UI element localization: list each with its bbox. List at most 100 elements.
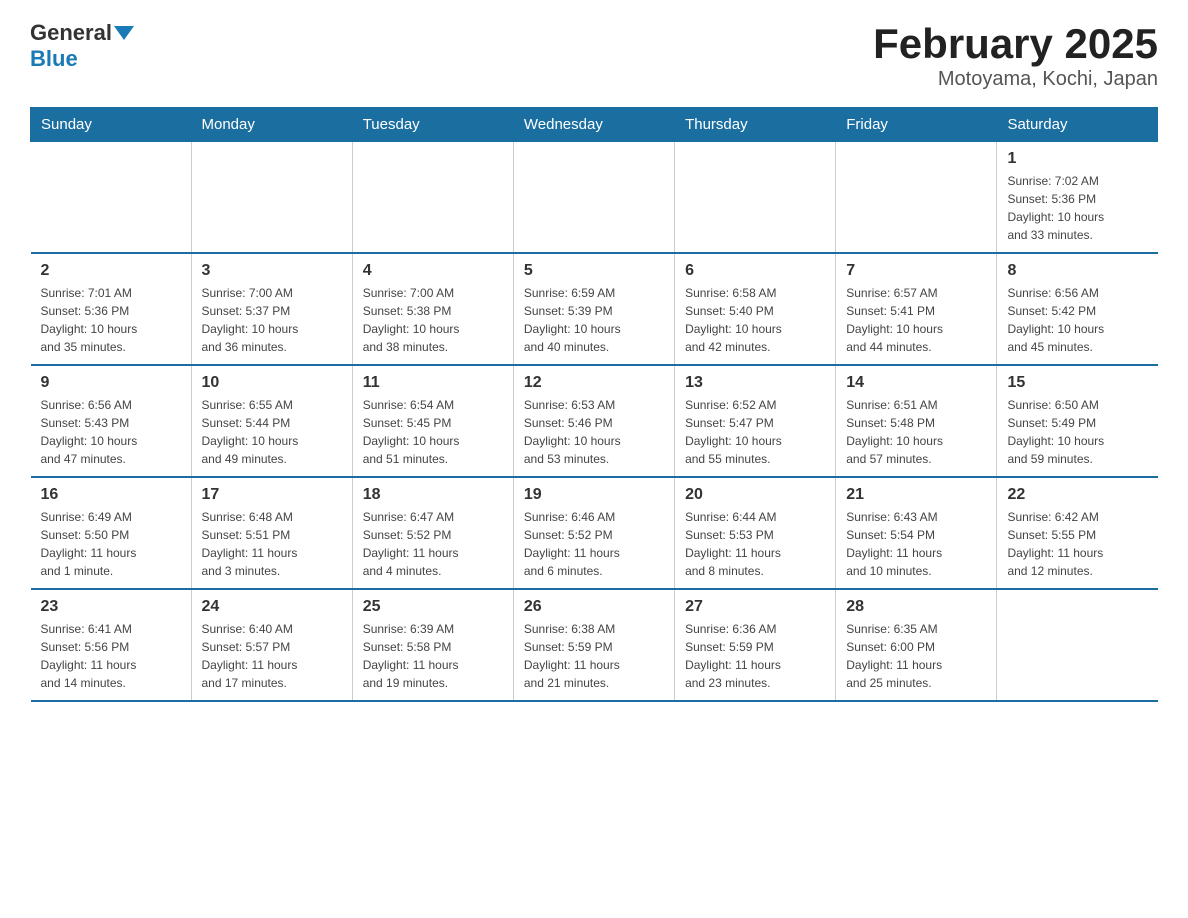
day-info: Sunrise: 6:46 AM Sunset: 5:52 PM Dayligh…: [524, 508, 664, 580]
day-number: 9: [41, 374, 181, 392]
logo-blue-text: Blue: [30, 46, 78, 72]
day-number: 24: [202, 598, 342, 616]
day-info: Sunrise: 6:48 AM Sunset: 5:51 PM Dayligh…: [202, 508, 342, 580]
day-info: Sunrise: 7:02 AM Sunset: 5:36 PM Dayligh…: [1007, 172, 1147, 244]
weekday-header-saturday: Saturday: [997, 108, 1158, 142]
calendar-title: February 2025: [873, 20, 1158, 68]
day-info: Sunrise: 6:55 AM Sunset: 5:44 PM Dayligh…: [202, 396, 342, 468]
calendar-cell: 2 Sunrise: 7:01 AM Sunset: 5:36 PM Daylig…: [31, 253, 192, 365]
day-number: 7: [846, 262, 986, 280]
calendar-cell: 16 Sunrise: 6:49 AM Sunset: 5:50 PM Dayli…: [31, 477, 192, 589]
day-info: Sunrise: 6:53 AM Sunset: 5:46 PM Dayligh…: [524, 396, 664, 468]
calendar-cell: 26 Sunrise: 6:38 AM Sunset: 5:59 PM Dayli…: [513, 589, 674, 701]
day-number: 8: [1007, 262, 1147, 280]
weekday-header-wednesday: Wednesday: [513, 108, 674, 142]
calendar-cell: 19 Sunrise: 6:46 AM Sunset: 5:52 PM Dayli…: [513, 477, 674, 589]
calendar-location: Motoyama, Kochi, Japan: [873, 68, 1158, 91]
logo-triangle-icon: [114, 26, 134, 40]
calendar-cell: 8 Sunrise: 6:56 AM Sunset: 5:42 PM Daylig…: [997, 253, 1158, 365]
day-info: Sunrise: 6:47 AM Sunset: 5:52 PM Dayligh…: [363, 508, 503, 580]
calendar-cell: 22 Sunrise: 6:42 AM Sunset: 5:55 PM Dayli…: [997, 477, 1158, 589]
day-number: 25: [363, 598, 503, 616]
weekday-header-tuesday: Tuesday: [352, 108, 513, 142]
calendar-week-row: 9 Sunrise: 6:56 AM Sunset: 5:43 PM Daylig…: [31, 365, 1158, 477]
day-number: 4: [363, 262, 503, 280]
day-info: Sunrise: 6:41 AM Sunset: 5:56 PM Dayligh…: [41, 620, 181, 692]
day-info: Sunrise: 6:56 AM Sunset: 5:42 PM Dayligh…: [1007, 284, 1147, 356]
day-info: Sunrise: 6:56 AM Sunset: 5:43 PM Dayligh…: [41, 396, 181, 468]
weekday-header-monday: Monday: [191, 108, 352, 142]
weekday-header-row: SundayMondayTuesdayWednesdayThursdayFrid…: [31, 108, 1158, 142]
day-number: 2: [41, 262, 181, 280]
calendar-cell: 24 Sunrise: 6:40 AM Sunset: 5:57 PM Dayli…: [191, 589, 352, 701]
day-number: 1: [1007, 150, 1147, 168]
day-number: 11: [363, 374, 503, 392]
day-info: Sunrise: 7:01 AM Sunset: 5:36 PM Dayligh…: [41, 284, 181, 356]
page-header: General Blue February 2025 Motoyama, Koc…: [30, 20, 1158, 91]
day-number: 28: [846, 598, 986, 616]
calendar-cell: [191, 142, 352, 254]
calendar-week-row: 23 Sunrise: 6:41 AM Sunset: 5:56 PM Dayli…: [31, 589, 1158, 701]
day-info: Sunrise: 7:00 AM Sunset: 5:37 PM Dayligh…: [202, 284, 342, 356]
day-info: Sunrise: 6:52 AM Sunset: 5:47 PM Dayligh…: [685, 396, 825, 468]
day-info: Sunrise: 6:59 AM Sunset: 5:39 PM Dayligh…: [524, 284, 664, 356]
day-number: 17: [202, 486, 342, 504]
weekday-header-friday: Friday: [836, 108, 997, 142]
day-number: 6: [685, 262, 825, 280]
day-number: 13: [685, 374, 825, 392]
weekday-header-thursday: Thursday: [675, 108, 836, 142]
calendar-body: 1 Sunrise: 7:02 AM Sunset: 5:36 PM Daylig…: [31, 142, 1158, 702]
day-info: Sunrise: 6:43 AM Sunset: 5:54 PM Dayligh…: [846, 508, 986, 580]
day-number: 15: [1007, 374, 1147, 392]
day-number: 14: [846, 374, 986, 392]
day-number: 16: [41, 486, 181, 504]
day-info: Sunrise: 6:36 AM Sunset: 5:59 PM Dayligh…: [685, 620, 825, 692]
day-number: 5: [524, 262, 664, 280]
calendar-cell: 27 Sunrise: 6:36 AM Sunset: 5:59 PM Dayli…: [675, 589, 836, 701]
day-number: 19: [524, 486, 664, 504]
day-number: 18: [363, 486, 503, 504]
day-number: 20: [685, 486, 825, 504]
day-info: Sunrise: 6:38 AM Sunset: 5:59 PM Dayligh…: [524, 620, 664, 692]
logo: General Blue: [30, 20, 136, 72]
day-number: 23: [41, 598, 181, 616]
day-info: Sunrise: 6:51 AM Sunset: 5:48 PM Dayligh…: [846, 396, 986, 468]
day-info: Sunrise: 6:49 AM Sunset: 5:50 PM Dayligh…: [41, 508, 181, 580]
calendar-table: SundayMondayTuesdayWednesdayThursdayFrid…: [30, 107, 1158, 702]
calendar-cell: 20Sunrise: 6:44 AM Sunset: 5:53 PM Dayli…: [675, 477, 836, 589]
day-info: Sunrise: 6:54 AM Sunset: 5:45 PM Dayligh…: [363, 396, 503, 468]
calendar-cell: 23 Sunrise: 6:41 AM Sunset: 5:56 PM Dayli…: [31, 589, 192, 701]
calendar-cell: 4Sunrise: 7:00 AM Sunset: 5:38 PM Daylig…: [352, 253, 513, 365]
day-info: Sunrise: 6:58 AM Sunset: 5:40 PM Dayligh…: [685, 284, 825, 356]
day-number: 22: [1007, 486, 1147, 504]
calendar-cell: 18 Sunrise: 6:47 AM Sunset: 5:52 PM Dayli…: [352, 477, 513, 589]
day-number: 26: [524, 598, 664, 616]
calendar-week-row: 2 Sunrise: 7:01 AM Sunset: 5:36 PM Daylig…: [31, 253, 1158, 365]
calendar-cell: [997, 589, 1158, 701]
weekday-header-sunday: Sunday: [31, 108, 192, 142]
day-info: Sunrise: 6:35 AM Sunset: 6:00 PM Dayligh…: [846, 620, 986, 692]
day-number: 3: [202, 262, 342, 280]
calendar-week-row: 1 Sunrise: 7:02 AM Sunset: 5:36 PM Daylig…: [31, 142, 1158, 254]
day-info: Sunrise: 6:42 AM Sunset: 5:55 PM Dayligh…: [1007, 508, 1147, 580]
calendar-cell: 21 Sunrise: 6:43 AM Sunset: 5:54 PM Dayli…: [836, 477, 997, 589]
calendar-cell: 3 Sunrise: 7:00 AM Sunset: 5:37 PM Daylig…: [191, 253, 352, 365]
day-number: 10: [202, 374, 342, 392]
calendar-cell: 1 Sunrise: 7:02 AM Sunset: 5:36 PM Daylig…: [997, 142, 1158, 254]
calendar-cell: 7Sunrise: 6:57 AM Sunset: 5:41 PM Daylig…: [836, 253, 997, 365]
calendar-cell: 17 Sunrise: 6:48 AM Sunset: 5:51 PM Dayli…: [191, 477, 352, 589]
calendar-header: SundayMondayTuesdayWednesdayThursdayFrid…: [31, 108, 1158, 142]
calendar-cell: 25 Sunrise: 6:39 AM Sunset: 5:58 PM Dayli…: [352, 589, 513, 701]
calendar-cell: [675, 142, 836, 254]
day-number: 27: [685, 598, 825, 616]
calendar-cell: 13 Sunrise: 6:52 AM Sunset: 5:47 PM Dayli…: [675, 365, 836, 477]
calendar-cell: [352, 142, 513, 254]
calendar-cell: 15Sunrise: 6:50 AM Sunset: 5:49 PM Dayli…: [997, 365, 1158, 477]
calendar-cell: [836, 142, 997, 254]
calendar-cell: 28 Sunrise: 6:35 AM Sunset: 6:00 PM Dayli…: [836, 589, 997, 701]
day-info: Sunrise: 6:40 AM Sunset: 5:57 PM Dayligh…: [202, 620, 342, 692]
day-info: Sunrise: 6:39 AM Sunset: 5:58 PM Dayligh…: [363, 620, 503, 692]
calendar-cell: 6 Sunrise: 6:58 AM Sunset: 5:40 PM Daylig…: [675, 253, 836, 365]
day-number: 21: [846, 486, 986, 504]
logo-text: General: [30, 20, 136, 46]
